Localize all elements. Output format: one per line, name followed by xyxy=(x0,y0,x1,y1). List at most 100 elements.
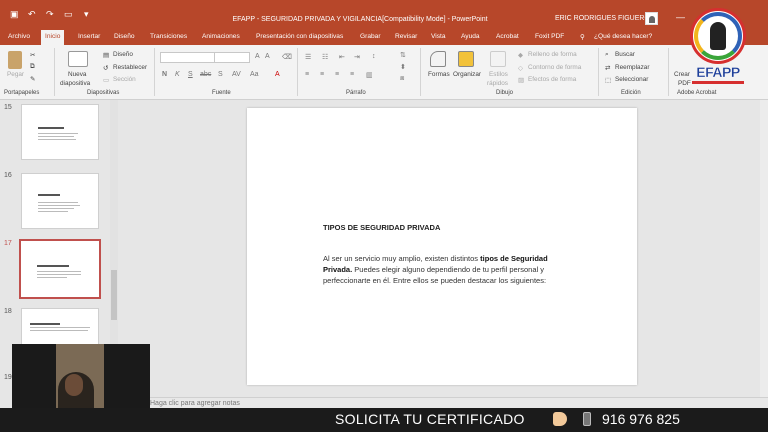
change-case-button[interactable]: Aa xyxy=(250,71,259,78)
char-spacing-button[interactable]: AV xyxy=(232,71,241,78)
find-button[interactable]: Buscar xyxy=(615,51,635,58)
select-button[interactable]: Seleccionar xyxy=(615,76,648,83)
tab-presentacion[interactable]: Presentación con diapositivas xyxy=(256,33,343,40)
tell-me-search[interactable]: ¿Qué desea hacer? xyxy=(594,33,652,40)
arrange-button[interactable]: Organizar xyxy=(453,71,481,78)
present-icon[interactable]: ▭ xyxy=(64,9,73,20)
section-icon[interactable]: ▭ xyxy=(103,76,109,84)
select-icon[interactable]: ⬚ xyxy=(605,76,611,84)
find-icon[interactable]: ⌕ xyxy=(605,51,609,59)
columns-icon[interactable]: ▥ xyxy=(366,71,373,79)
thumb-text-line xyxy=(30,330,88,331)
reset-icon[interactable]: ↺ xyxy=(103,64,108,72)
shape-fill-button[interactable]: Relleno de forma xyxy=(528,51,577,58)
tab-revisar[interactable]: Revisar xyxy=(395,33,417,40)
bold-button[interactable]: N xyxy=(162,71,167,78)
webcam-face xyxy=(65,374,83,396)
tab-animaciones[interactable]: Animaciones xyxy=(202,33,240,40)
logo-underline xyxy=(692,81,744,84)
strikethrough-button[interactable]: abc xyxy=(200,71,211,78)
shape-effects-button[interactable]: Efectos de forma xyxy=(528,76,576,83)
paste-button[interactable]: Pegar xyxy=(7,71,24,78)
slide-thumbnail-selected[interactable] xyxy=(19,239,101,299)
quick-styles-button[interactable]: Estilos xyxy=(489,71,508,78)
font-color-button[interactable]: A xyxy=(275,71,280,78)
tab-foxit[interactable]: Foxit PDF xyxy=(535,33,564,40)
italic-button[interactable]: K xyxy=(175,71,180,78)
customize-icon[interactable]: ▾ xyxy=(84,9,89,20)
align-left-icon[interactable]: ≡ xyxy=(305,71,309,78)
thumb-text-line xyxy=(37,274,81,275)
thumbnails-scrollbar-thumb[interactable] xyxy=(111,270,117,320)
redo-icon[interactable]: ↷ xyxy=(46,9,54,20)
save-icon[interactable]: ▣ xyxy=(10,9,19,20)
grow-font-icon[interactable]: A xyxy=(255,53,260,60)
align-center-icon[interactable]: ≡ xyxy=(320,71,324,78)
layout-icon[interactable]: ▤ xyxy=(103,51,109,59)
slide-body-text[interactable]: Al ser un servicio muy amplio, existen d… xyxy=(323,253,563,286)
justify-icon[interactable]: ≡ xyxy=(350,71,354,78)
reset-button[interactable]: Restablecer xyxy=(113,64,147,71)
line-spacing-icon[interactable]: ↕ xyxy=(372,53,376,60)
new-slide-button-line2[interactable]: diapositiva xyxy=(60,80,90,87)
underline-button[interactable]: S xyxy=(188,71,193,78)
increase-indent-icon[interactable]: ⇥ xyxy=(354,53,360,61)
user-name[interactable]: ERIC RODRIGUES FIGUEROA xyxy=(555,15,655,22)
align-right-icon[interactable]: ≡ xyxy=(335,71,339,78)
section-button[interactable]: Sección xyxy=(113,76,136,83)
fill-icon[interactable]: ◆ xyxy=(518,51,523,59)
tab-transiciones[interactable]: Transiciones xyxy=(150,33,187,40)
format-painter-icon[interactable]: ✎ xyxy=(30,75,35,83)
divider xyxy=(420,48,421,96)
numbering-icon[interactable]: ☷ xyxy=(322,53,328,61)
avatar[interactable] xyxy=(645,12,658,25)
decrease-indent-icon[interactable]: ⇤ xyxy=(339,53,345,61)
thumb-text-line xyxy=(38,202,78,203)
text-direction-icon[interactable]: ⇅ xyxy=(400,51,406,59)
replace-icon[interactable]: ⇄ xyxy=(605,64,610,72)
smartart-icon[interactable]: ⧈ xyxy=(400,75,404,83)
tab-insertar[interactable]: Insertar xyxy=(78,33,100,40)
paste-icon[interactable] xyxy=(8,51,22,69)
undo-icon[interactable]: ↶ xyxy=(28,9,36,20)
divider xyxy=(668,48,669,96)
shape-outline-button[interactable]: Contorno de forma xyxy=(528,64,581,71)
acrobat-group-label: Adobe Acrobat xyxy=(677,90,717,96)
tab-vista[interactable]: Vista xyxy=(431,33,446,40)
replace-button[interactable]: Reemplazar xyxy=(615,64,649,71)
quick-styles-icon[interactable] xyxy=(490,51,506,67)
new-slide-button[interactable]: Nueva xyxy=(68,71,86,78)
effects-icon[interactable]: ▨ xyxy=(518,76,524,84)
slide-thumbnail[interactable] xyxy=(21,173,99,229)
tab-acrobat[interactable]: Acrobat xyxy=(496,33,519,40)
editing-group-label: Edición xyxy=(621,90,641,96)
copy-icon[interactable]: ⧉ xyxy=(30,63,35,71)
shapes-button[interactable]: Formas xyxy=(428,71,450,78)
tab-ayuda[interactable]: Ayuda xyxy=(461,33,480,40)
bullets-icon[interactable]: ☰ xyxy=(305,53,311,61)
notes-placeholder[interactable]: Haga clic para agregar notas xyxy=(150,400,240,407)
tab-inicio[interactable]: Inicio xyxy=(41,30,65,45)
new-slide-icon[interactable] xyxy=(68,51,88,67)
shapes-icon[interactable] xyxy=(430,51,446,67)
tab-grabar[interactable]: Grabar xyxy=(360,33,381,40)
clear-format-icon[interactable]: ⌫ xyxy=(282,53,292,61)
slide-title[interactable]: TIPOS DE SEGURIDAD PRIVADA xyxy=(323,223,440,232)
cut-icon[interactable]: ✂ xyxy=(30,51,35,59)
slide-thumbnail[interactable] xyxy=(21,104,99,160)
outline-icon[interactable]: ◇ xyxy=(518,64,523,72)
shrink-font-icon[interactable]: A xyxy=(265,53,270,60)
current-slide[interactable]: TIPOS DE SEGURIDAD PRIVADA Al ser un ser… xyxy=(247,108,637,385)
arrange-icon[interactable] xyxy=(458,51,474,67)
tab-diseno[interactable]: Diseño xyxy=(114,33,135,40)
shadow-button[interactable]: S xyxy=(218,71,223,78)
tab-archivo[interactable]: Archivo xyxy=(8,33,30,40)
window-title: EFAPP - SEGURIDAD PRIVADA Y VIGILANCIA[C… xyxy=(232,16,488,23)
font-size-field[interactable] xyxy=(214,52,250,63)
canvas-scrollbar[interactable] xyxy=(760,100,768,400)
layout-button[interactable]: Diseño xyxy=(113,51,133,58)
align-text-icon[interactable]: ⬍ xyxy=(400,63,406,71)
thumb-title-line xyxy=(38,194,60,196)
quick-styles-button-line2[interactable]: rápidos xyxy=(487,80,508,87)
minimize-icon[interactable]: — xyxy=(676,12,685,22)
